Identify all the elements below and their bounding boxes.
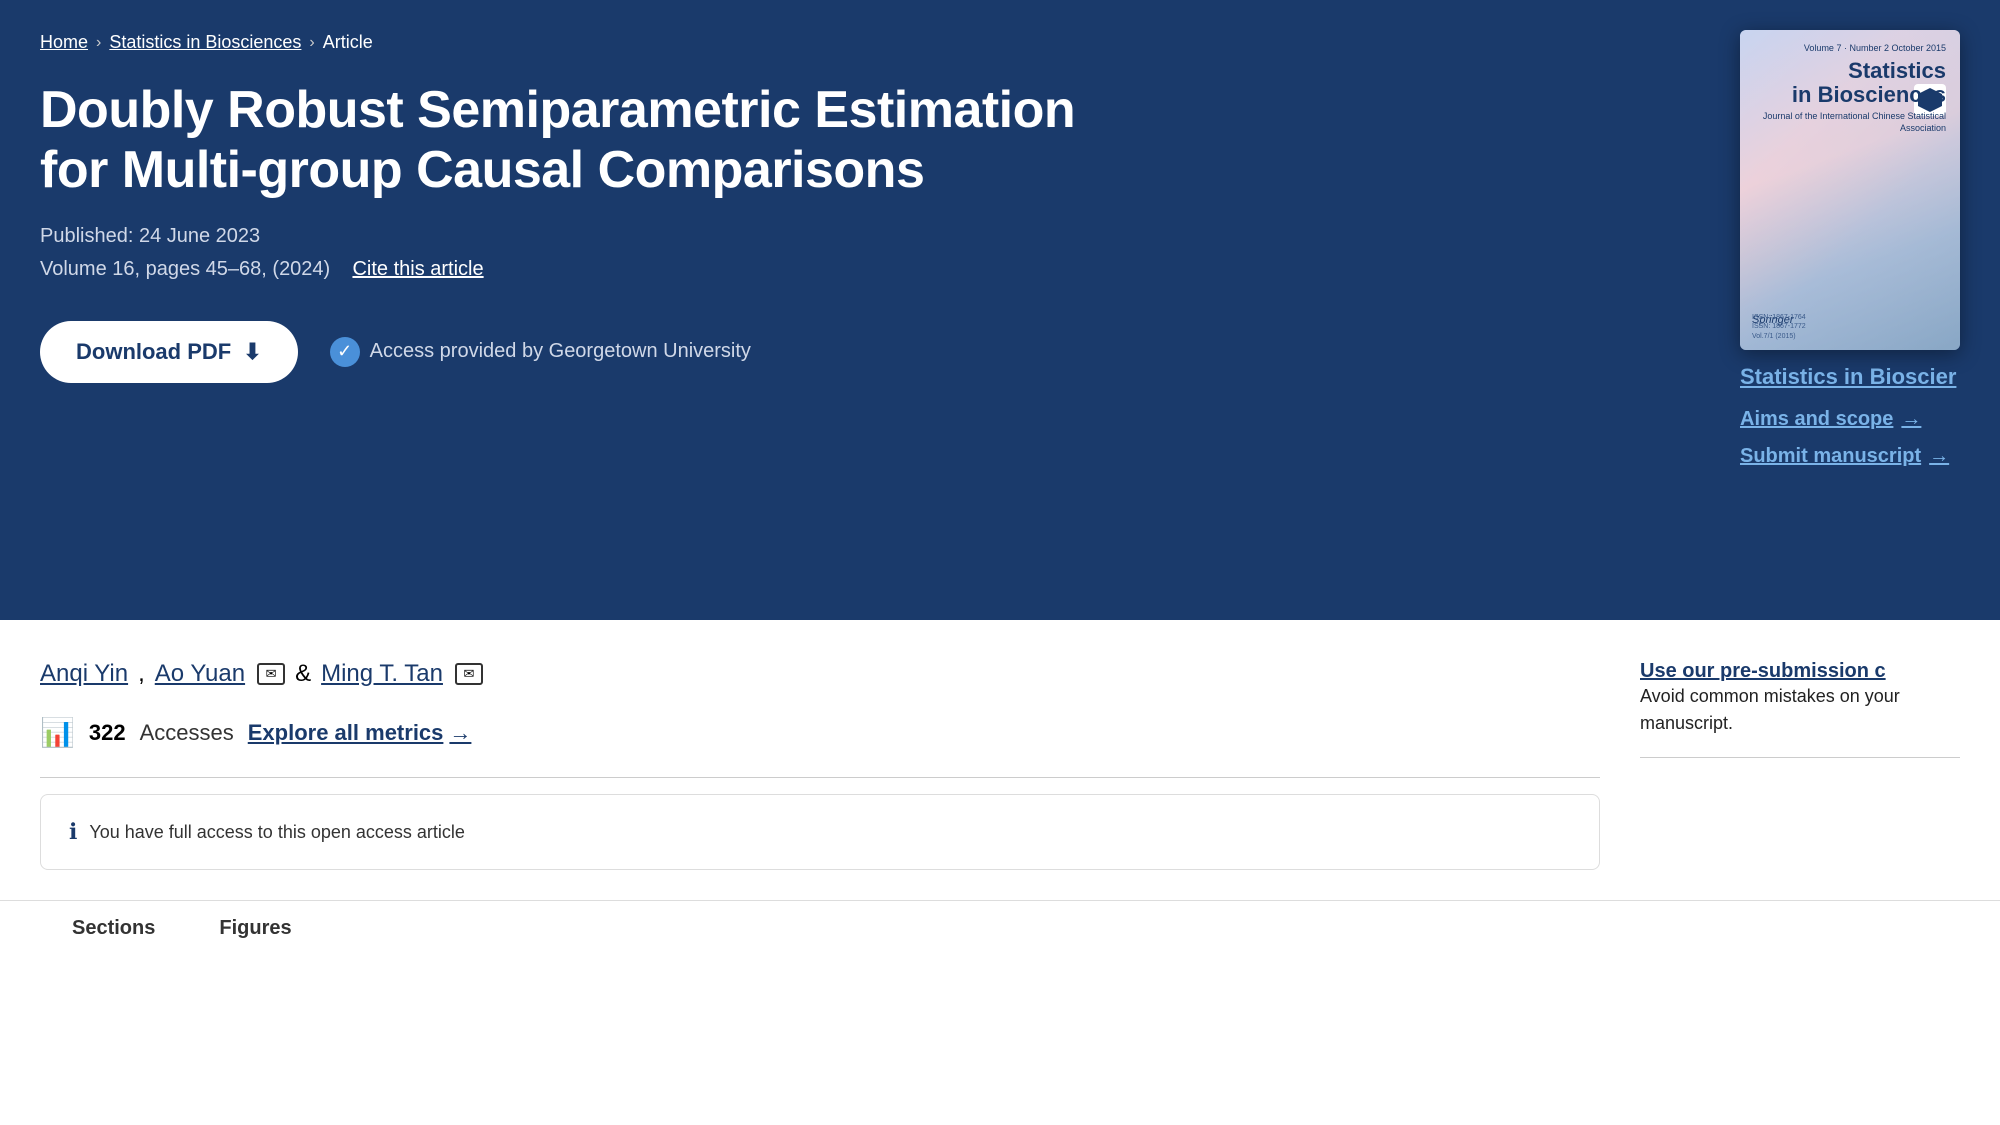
journal-name-link[interactable]: Statistics in Bioscier [1740,364,1960,390]
volume-text: Volume 16, pages 45–68, (2024) [40,258,330,280]
access-text: Access provided by Georgetown University [370,340,751,363]
breadcrumb-home[interactable]: Home [40,32,88,53]
cover-issn2: ISSN: 1867-1772 [1752,322,1806,332]
download-pdf-button[interactable]: Download PDF ⬇ [40,321,298,383]
article-title: Doubly Robust Semiparametric Estimation … [40,81,1090,201]
download-pdf-label: Download PDF [76,339,231,365]
cover-issn: ISSN: 1867-1764 ISSN: 1867-1772 Vol.7/1 … [1752,313,1806,342]
explore-metrics-arrow: → [449,720,471,746]
author-3-email-icon[interactable]: ✉ [455,663,483,685]
breadcrumb-current: Article [323,32,373,53]
right-sidebar: Use our pre-submission c Avoid common mi… [1640,660,1960,870]
metrics-count: 322 [89,720,126,746]
metrics-row: 📊 322 Accesses Explore all metrics → [40,716,1600,749]
below-hero: Anqi Yin, Ao Yuan ✉ & Ming T. Tan ✉ 📊 32… [0,620,2000,870]
cover-subtitle: Journal of the International Chinese Sta… [1754,111,1946,134]
pre-submission-link[interactable]: Use our pre-submission c [1640,660,1886,682]
action-row: Download PDF ⬇ ✓ Access provided by Geor… [40,321,1090,383]
cite-article-link[interactable]: Cite this article [352,258,483,280]
journal-cover-image[interactable]: Volume 7 · Number 2 October 2015 Statist… [1740,30,1960,350]
author-2-link[interactable]: Ao Yuan [155,660,245,688]
abstract-notice: You have full access to this open access… [89,822,465,843]
breadcrumb-sep-2: › [309,34,314,52]
explore-metrics-label: Explore all metrics [248,720,444,746]
access-check-icon: ✓ [330,337,360,367]
pre-submission-desc: Avoid common mistakes on your manuscript… [1640,683,1960,737]
submit-manuscript-arrow: → [1929,445,1949,468]
hero-left: Doubly Robust Semiparametric Estimation … [40,81,1090,383]
cover-issn3: Vol.7/1 (2015) [1752,332,1806,342]
abstract-box: ℹ You have full access to this open acce… [40,794,1600,870]
breadcrumb-sep-1: › [96,34,101,52]
submit-manuscript-link[interactable]: Submit manuscript → [1740,445,1960,468]
tab-sections[interactable]: Sections [40,901,187,959]
ampersand: & [295,660,311,688]
main-content: Anqi Yin, Ao Yuan ✉ & Ming T. Tan ✉ 📊 32… [40,660,1600,870]
submit-manuscript-label: Submit manuscript [1740,445,1921,468]
section-divider [40,777,1600,778]
metrics-label: Accesses [140,720,234,746]
cover-issn1: ISSN: 1867-1764 [1752,313,1806,323]
abstract-info-icon: ℹ [69,819,77,845]
aims-scope-link[interactable]: Aims and scope → [1740,408,1960,431]
access-info: ✓ Access provided by Georgetown Universi… [330,337,751,367]
cover-title-line1: Statistics [1754,59,1946,83]
author-3-link[interactable]: Ming T. Tan [321,660,443,688]
breadcrumb: Home › Statistics in Biosciences › Artic… [40,32,1960,53]
cover-title-block: Statistics in Biosciences Journal of the… [1754,59,1946,135]
hero-section: Home › Statistics in Biosciences › Artic… [0,0,2000,620]
bottom-tabs: Sections Figures [0,900,2000,959]
journal-links: Aims and scope → Submit manuscript → [1740,408,1960,468]
metrics-icon: 📊 [40,716,75,749]
author-1-link[interactable]: Anqi Yin [40,660,128,688]
volume-info: Volume 16, pages 45–68, (2024) Cite this… [40,258,1090,281]
author-comma-1: , [138,660,145,688]
cover-title-line2: in Biosciences [1754,83,1946,107]
breadcrumb-journal[interactable]: Statistics in Biosciences [109,32,301,53]
aims-scope-label: Aims and scope [1740,408,1893,431]
author-2-email-icon[interactable]: ✉ [257,663,285,685]
aims-scope-arrow: → [1901,408,1921,431]
journal-card: Volume 7 · Number 2 October 2015 Statist… [1740,30,1960,482]
cover-vol-info: Volume 7 · Number 2 October 2015 [1754,42,1946,55]
explore-metrics-link[interactable]: Explore all metrics → [248,720,472,746]
authors-row: Anqi Yin, Ao Yuan ✉ & Ming T. Tan ✉ [40,660,1600,688]
tab-figures[interactable]: Figures [187,901,323,959]
download-icon: ⬇ [243,339,261,365]
sidebar-divider [1640,757,1960,758]
published-date: Published: 24 June 2023 [40,225,1090,248]
